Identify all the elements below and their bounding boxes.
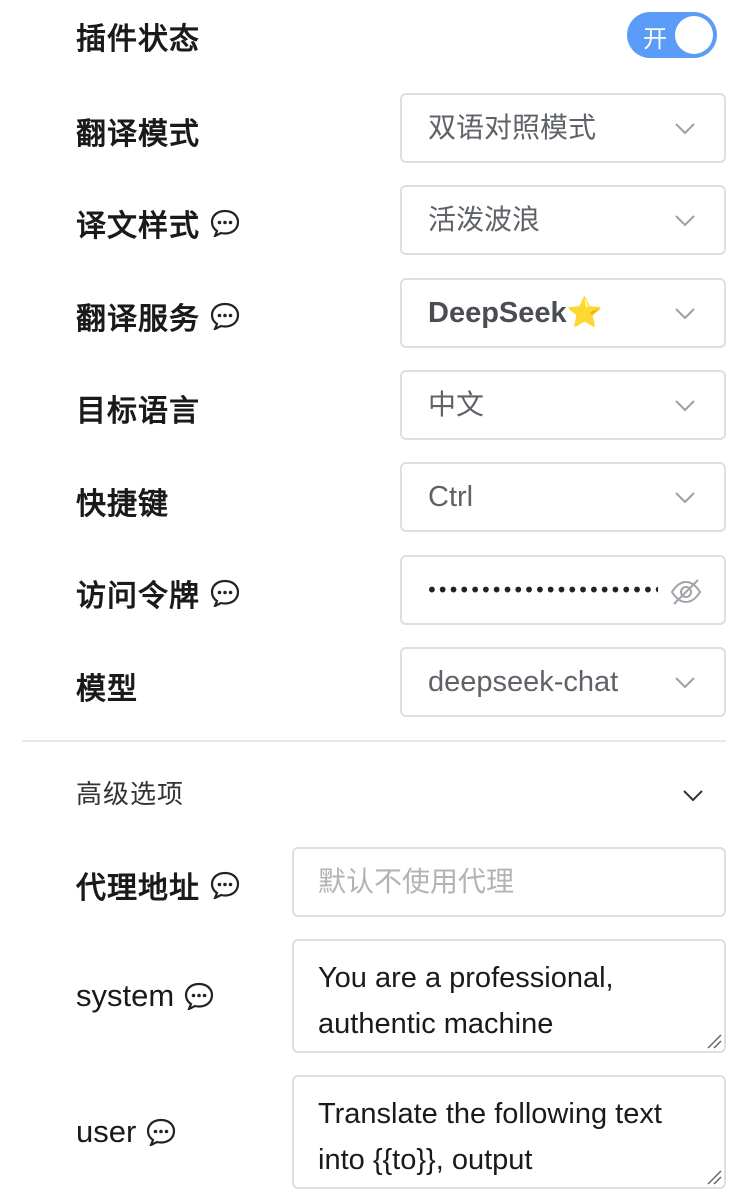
system-prompt-text: You are a professional, authentic machin…	[318, 962, 614, 1040]
model-value: deepseek-chat	[428, 666, 619, 698]
chevron-down-icon	[675, 400, 695, 412]
help-chat-icon[interactable]	[146, 1118, 176, 1146]
help-chat-icon[interactable]	[210, 209, 240, 237]
translation-style-label: 译文样式	[76, 201, 240, 245]
translation-style-label-text: 译文样式	[76, 209, 200, 244]
translate-mode-label-text: 翻译模式	[76, 117, 200, 152]
target-language-select[interactable]: 中文	[400, 370, 726, 440]
user-label: user	[76, 1114, 176, 1150]
chevron-down-icon	[675, 215, 695, 227]
translate-service-value: DeepSeek⭐️	[428, 297, 603, 329]
model-select[interactable]: deepseek-chat	[400, 647, 726, 717]
user-label-text: user	[76, 1114, 137, 1149]
toggle-text: 开	[643, 25, 667, 53]
translate-mode-value: 双语对照模式	[428, 111, 597, 144]
chevron-down-icon	[675, 308, 695, 320]
proxy-label: 代理地址	[76, 863, 240, 907]
system-label-text: system	[76, 978, 175, 1013]
target-language-value: 中文	[428, 388, 485, 421]
access-token-label-text: 访问令牌	[76, 579, 200, 614]
plugin-status-label-text: 插件状态	[76, 22, 200, 57]
proxy-label-text: 代理地址	[76, 871, 200, 906]
chevron-down-icon	[675, 123, 695, 135]
section-divider	[22, 740, 726, 742]
target-language-label: 目标语言	[76, 386, 200, 430]
access-token-label: 访问令牌	[76, 571, 240, 615]
translate-service-select[interactable]: DeepSeek⭐️	[400, 278, 726, 348]
translate-service-label-text: 翻译服务	[76, 302, 200, 337]
chevron-down-icon	[675, 677, 695, 689]
help-chat-icon[interactable]	[210, 302, 240, 330]
target-language-label-text: 目标语言	[76, 394, 200, 429]
translation-style-select[interactable]: 活泼波浪	[400, 185, 726, 255]
shortcut-label-text: 快捷键	[76, 487, 169, 522]
help-chat-icon[interactable]	[184, 982, 214, 1010]
plugin-status-label: 插件状态	[76, 14, 200, 58]
chevron-down-icon[interactable]	[682, 784, 704, 806]
model-label: 模型	[76, 664, 138, 708]
system-prompt-textarea[interactable]: You are a professional, authentic machin…	[292, 939, 726, 1053]
resize-grip-icon[interactable]	[706, 1033, 722, 1049]
help-chat-icon[interactable]	[210, 579, 240, 607]
access-token-input[interactable]: ••••••••••••••••••••••	[400, 555, 726, 625]
chevron-down-icon	[675, 492, 695, 504]
model-label-text: 模型	[76, 672, 138, 707]
eye-off-icon[interactable]	[670, 577, 702, 607]
access-token-masked-value: ••••••••••••••••••••••	[426, 578, 658, 602]
user-prompt-text: Translate the following text into {{to}}…	[318, 1098, 662, 1176]
help-chat-icon[interactable]	[210, 871, 240, 899]
advanced-section-title[interactable]: 高级选项	[76, 774, 184, 811]
proxy-input[interactable]: 默认不使用代理	[292, 847, 726, 917]
plugin-status-toggle[interactable]: 开	[627, 12, 717, 58]
toggle-knob	[675, 16, 713, 54]
shortcut-select[interactable]: Ctrl	[400, 462, 726, 532]
translate-mode-label: 翻译模式	[76, 109, 200, 153]
resize-grip-icon[interactable]	[706, 1169, 722, 1185]
proxy-placeholder: 默认不使用代理	[318, 865, 515, 898]
shortcut-label: 快捷键	[76, 479, 169, 523]
user-prompt-textarea[interactable]: Translate the following text into {{to}}…	[292, 1075, 726, 1189]
translation-style-value: 活泼波浪	[428, 203, 541, 236]
system-label: system	[76, 978, 214, 1014]
shortcut-value: Ctrl	[428, 481, 474, 513]
translate-mode-select[interactable]: 双语对照模式	[400, 93, 726, 163]
translate-service-label: 翻译服务	[76, 294, 240, 338]
